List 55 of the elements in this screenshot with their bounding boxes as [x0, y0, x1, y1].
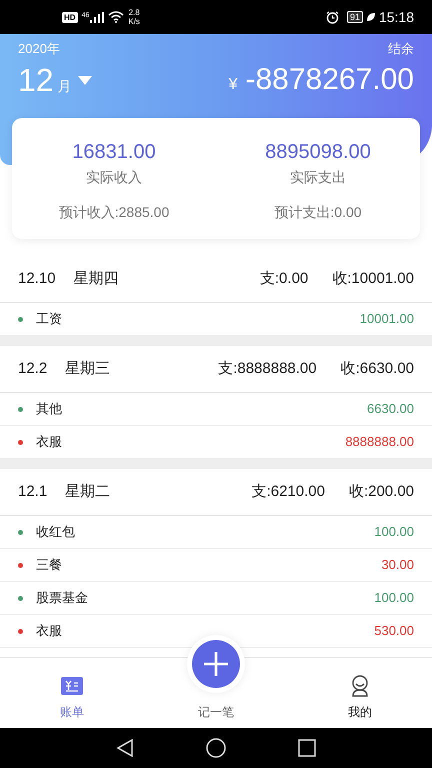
recents-icon[interactable]	[298, 739, 316, 757]
day-date: 12.10	[18, 268, 56, 289]
nav-tab[interactable]: 记一笔	[198, 703, 234, 721]
category-name: 衣服	[36, 622, 62, 640]
signal-icon	[90, 12, 104, 22]
back-icon[interactable]	[116, 739, 134, 757]
plus-icon	[192, 640, 240, 688]
entry-amount: 8888888.00	[345, 433, 414, 452]
day-expense: 支:8888888.00	[218, 358, 317, 379]
wifi-icon	[108, 11, 124, 23]
income-label: 实际收入	[86, 168, 142, 187]
planned-income: 预计收入:2885.00	[58, 203, 170, 222]
category-name: 收红包	[36, 523, 75, 542]
nav-tab[interactable]: 账单	[60, 677, 84, 721]
leaf-icon	[366, 12, 376, 22]
nav-tab[interactable]: 我的	[348, 675, 372, 721]
clock: 15:18	[378, 8, 414, 26]
caret-icon	[78, 76, 92, 84]
day-weekday: 星期三	[65, 358, 110, 379]
alarm-icon	[326, 10, 339, 24]
day-income: 收:200.00	[348, 482, 414, 502]
day-date: 12.2	[18, 358, 48, 379]
home-icon[interactable]	[206, 738, 226, 758]
entry-amount: 100.00	[374, 589, 414, 608]
day-expense: 支:0.00	[260, 268, 308, 289]
day-expense: 支:6210.00	[252, 482, 325, 502]
entry-amount: 10001.00	[360, 310, 414, 328]
balance-label: 结余	[388, 40, 414, 58]
balance-amount: -8878267.00	[246, 62, 414, 98]
entry-amount: 530.00	[374, 622, 414, 640]
category-name: 三餐	[36, 556, 62, 574]
day-income: 收:6630.00	[340, 358, 414, 379]
day-income: 收:10001.00	[332, 268, 414, 289]
currency-sign: ¥	[228, 75, 238, 95]
speed-unit: K/s	[128, 17, 140, 26]
day-date: 12.1	[18, 482, 48, 502]
year-label: 2020年	[18, 40, 60, 58]
battery-icon: 91	[346, 11, 363, 23]
entry-amount: 30.00	[381, 556, 414, 574]
expense-label: 实际支出	[290, 168, 346, 187]
expense-amount: 8895098.00	[265, 140, 371, 164]
entry-amount: 6630.00	[367, 400, 414, 418]
day-weekday: 星期二	[65, 482, 110, 502]
entry-amount: 100.00	[374, 523, 414, 542]
category-name: 衣服	[36, 433, 62, 452]
category-name: 工资	[36, 310, 62, 328]
bill-icon	[61, 677, 83, 695]
income-amount: 16831.00	[72, 140, 156, 164]
category-name: 其他	[36, 400, 62, 418]
category-name: 股票基金	[36, 589, 88, 608]
day-weekday: 星期四	[74, 268, 119, 289]
user-icon	[350, 675, 370, 697]
hd-badge: HD	[62, 12, 78, 22]
network-speed: 2.8	[128, 8, 140, 17]
planned-expense: 预计支出:0.00	[274, 203, 362, 222]
